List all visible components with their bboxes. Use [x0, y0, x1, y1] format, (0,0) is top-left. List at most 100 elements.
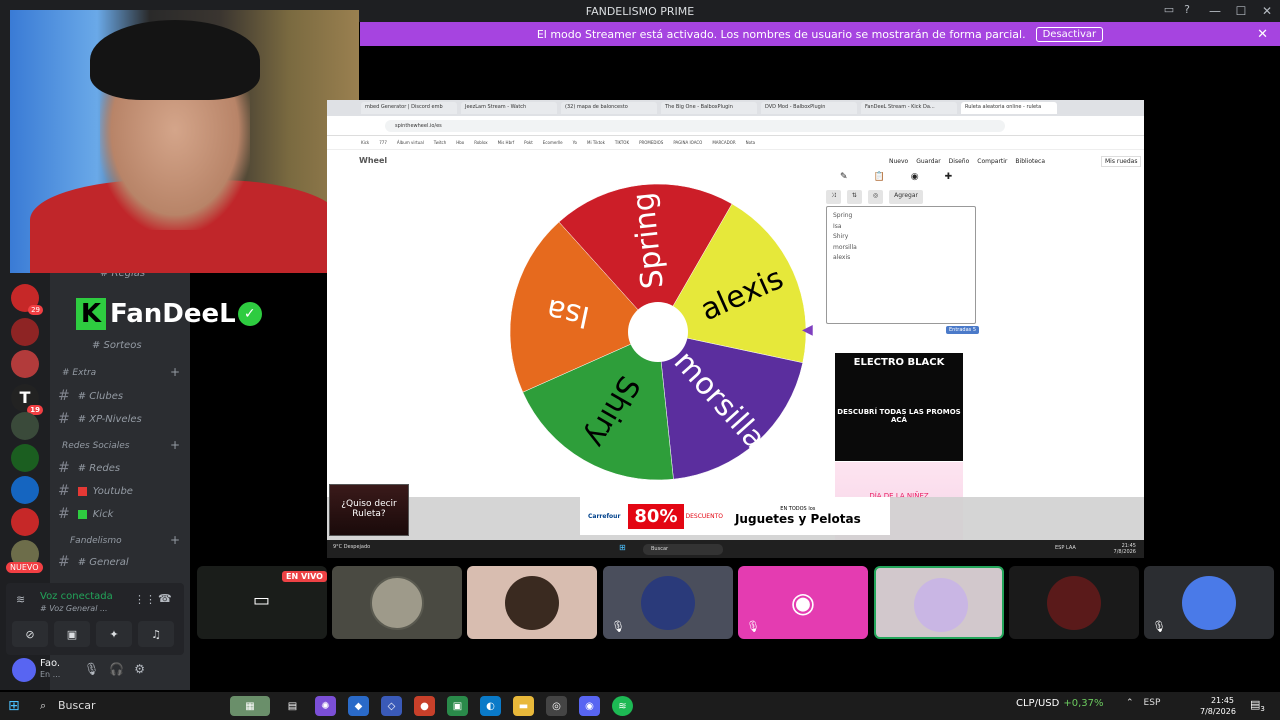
- copilot-icon[interactable]: ✺: [315, 696, 336, 716]
- spin-wheel[interactable]: alexismorsillaShiryIsaSpring: [508, 182, 808, 482]
- help-icon[interactable]: ?: [1184, 3, 1190, 16]
- participant-tile[interactable]: [467, 566, 597, 639]
- browser-tab[interactable]: FanDeeL Stream - Kick Da...: [861, 102, 957, 114]
- tray-chevron-icon[interactable]: ⌃: [1126, 698, 1134, 708]
- participant-tile[interactable]: [1009, 566, 1139, 639]
- bookmark[interactable]: PAGINA IOACO: [673, 140, 702, 145]
- voice-channel[interactable]: # Voz General ...: [40, 604, 108, 613]
- menu-compartir[interactable]: Compartir: [977, 158, 1007, 165]
- inbox-icon[interactable]: ▭: [1164, 3, 1174, 16]
- add-channel-icon[interactable]: +: [170, 365, 180, 379]
- avatar[interactable]: [12, 658, 36, 682]
- bookmark[interactable]: Nota: [746, 140, 755, 145]
- server-icon[interactable]: [11, 350, 39, 378]
- ad-ruleta[interactable]: ¿Quiso decir Ruleta?: [329, 484, 409, 536]
- participant-tile[interactable]: 🎙: [603, 566, 733, 639]
- disconnect-icon[interactable]: ☎: [158, 592, 172, 605]
- channel-redes[interactable]: # # Redes: [58, 460, 120, 476]
- camera-off-icon[interactable]: ⊘: [12, 621, 48, 647]
- screen-share-icon[interactable]: ▣: [54, 621, 90, 647]
- signal-icon[interactable]: ≋: [16, 593, 25, 606]
- screen-share-view[interactable]: mbed Generator | Discord emb JeezLam Str…: [327, 100, 1144, 558]
- browser-tab[interactable]: JeezLam Stream - Watch: [461, 102, 557, 114]
- edit-pencil-icon[interactable]: ✎: [840, 172, 848, 188]
- channel-sorteos[interactable]: # Sorteos: [92, 340, 142, 351]
- shuffle-icon[interactable]: ⤨: [826, 190, 841, 204]
- server-icon[interactable]: [11, 476, 39, 504]
- tray-lang[interactable]: ESP: [1144, 698, 1161, 708]
- color-palette-icon[interactable]: ✚: [945, 172, 953, 188]
- category-extra[interactable]: # Extra +: [62, 365, 180, 379]
- wheel-center[interactable]: [628, 302, 688, 362]
- noise-icon[interactable]: ⋮⋮: [134, 593, 156, 606]
- category-fandelismo[interactable]: Fandelismo +: [70, 533, 180, 547]
- clipboard-icon[interactable]: 📋: [874, 172, 885, 188]
- vscode-icon[interactable]: ◆: [348, 696, 369, 716]
- taskbar-clock[interactable]: 21:45 7/8/2026: [1200, 695, 1236, 717]
- spotify-icon[interactable]: ≋: [612, 696, 633, 716]
- site-brand[interactable]: Wheel: [359, 156, 387, 165]
- category-redes-sociales[interactable]: Redes Sociales +: [62, 438, 180, 452]
- url-field[interactable]: spinthewheel.io/es: [385, 120, 1005, 132]
- app-icon[interactable]: ●: [414, 696, 435, 716]
- menu-nuevo[interactable]: Nuevo: [889, 158, 908, 165]
- bookmark[interactable]: Pokt: [524, 140, 533, 145]
- server-icon[interactable]: 29: [11, 284, 43, 315]
- channel-kick[interactable]: # Kick: [58, 506, 113, 522]
- menu-mis-ruedas[interactable]: Mis ruedas: [1101, 156, 1142, 167]
- participant-tile[interactable]: [332, 566, 462, 639]
- headphones-icon[interactable]: 🎧: [109, 662, 124, 676]
- store-icon[interactable]: ▣: [447, 696, 468, 716]
- bookmark[interactable]: MARCADOR: [712, 140, 735, 145]
- add-channel-icon[interactable]: +: [170, 438, 180, 452]
- close-banner-icon[interactable]: ✕: [1257, 27, 1268, 42]
- server-icon[interactable]: [11, 318, 39, 346]
- windows-start-icon[interactable]: ⊞: [8, 698, 20, 714]
- bookmark[interactable]: Roblox: [474, 140, 487, 145]
- bookmark[interactable]: Twitch: [434, 140, 446, 145]
- bookmark[interactable]: PROMEDIOS: [639, 140, 663, 145]
- app-icon[interactable]: ◇: [381, 696, 402, 716]
- activities-icon[interactable]: ✦: [96, 621, 132, 647]
- add-channel-icon[interactable]: +: [170, 533, 180, 547]
- file-explorer-icon[interactable]: ▬: [513, 696, 534, 716]
- settings-gear-icon[interactable]: ⚙: [134, 662, 145, 676]
- minimize-button[interactable]: —: [1202, 0, 1228, 22]
- deactivate-streamer-button[interactable]: Desactivar: [1035, 26, 1104, 42]
- ad-electro-black[interactable]: ELECTRO BLACK DESCUBRÍ TODAS LAS PROMOS …: [835, 353, 963, 461]
- sort-icon[interactable]: ⇅: [846, 190, 862, 204]
- soundboard-icon[interactable]: ♫: [138, 621, 174, 647]
- menu-diseno[interactable]: Diseño: [949, 158, 970, 165]
- participant-tile[interactable]: ◉ 🎙: [738, 566, 868, 639]
- participant-tile-speaking[interactable]: [874, 566, 1004, 639]
- channel-clubes[interactable]: # # Clubes: [58, 388, 123, 404]
- menu-biblioteca[interactable]: Biblioteca: [1015, 158, 1045, 165]
- server-icon[interactable]: [11, 412, 39, 440]
- browser-tab[interactable]: DVD Mod - BalboxPlugin: [761, 102, 857, 114]
- bookmark[interactable]: Ecomerlle: [543, 140, 563, 145]
- image-icon[interactable]: ◎: [867, 190, 884, 204]
- browser-tab[interactable]: mbed Generator | Discord emb: [361, 102, 457, 114]
- menu-guardar[interactable]: Guardar: [916, 158, 940, 165]
- channel-general[interactable]: # # General: [58, 554, 129, 570]
- edge-icon[interactable]: ◐: [480, 696, 501, 716]
- bookmark[interactable]: 777: [379, 140, 387, 145]
- close-button[interactable]: ✕: [1254, 0, 1280, 22]
- entries-textarea[interactable]: Spring Isa Shiry morsilla alexis: [826, 206, 976, 324]
- maximize-button[interactable]: ☐: [1228, 0, 1254, 22]
- browser-tab[interactable]: (32) mapa de baloncesto: [561, 102, 657, 114]
- obs-icon[interactable]: ◎: [546, 696, 567, 716]
- participant-tile[interactable]: 🎙: [1144, 566, 1274, 639]
- bookmark[interactable]: Yo: [573, 140, 577, 145]
- task-view-icon[interactable]: ▤: [282, 696, 303, 716]
- hide-eye-icon[interactable]: ◉: [911, 172, 919, 188]
- channel-youtube[interactable]: # Youtube: [58, 483, 133, 499]
- channel-xp-niveles[interactable]: # # XP-Niveles: [58, 411, 142, 427]
- microphone-icon[interactable]: 🎙: [84, 662, 99, 676]
- notification-bell-icon[interactable]: ▤3: [1250, 698, 1265, 713]
- server-icon[interactable]: T 19: [11, 384, 43, 415]
- browser-tab-active[interactable]: Ruleta aleatoria online - ruleta: [961, 102, 1057, 114]
- ad-carrefour[interactable]: Carrefour 80% DESCUENTO EN TODOS los Jug…: [580, 497, 890, 535]
- server-icon[interactable]: [11, 508, 39, 536]
- discord-icon[interactable]: ◉: [579, 696, 600, 716]
